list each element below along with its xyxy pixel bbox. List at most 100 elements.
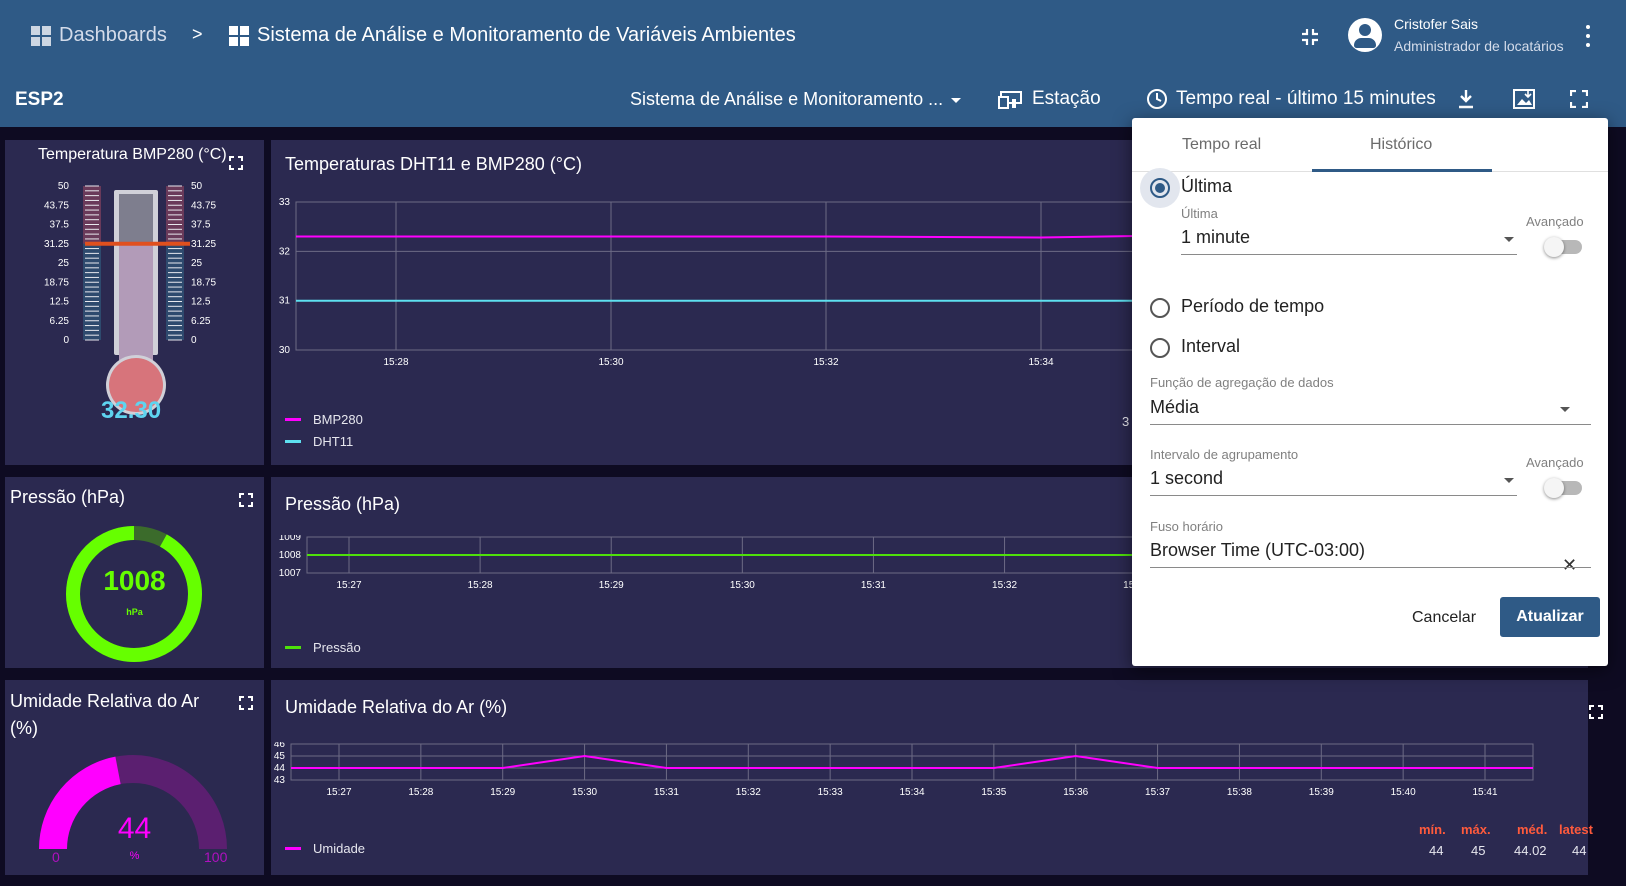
chevron-down-icon (1504, 237, 1514, 242)
data-point (747, 767, 750, 769)
scale-tick-label: 12.5 (50, 297, 70, 308)
entity-name: ESP2 (15, 89, 64, 110)
legend-item-dht11: DHT11 (285, 434, 353, 449)
x-tick-label: 15:28 (408, 787, 433, 798)
humidity-gauge-widget: Umidade Relativa do Ar (%) 44 % 0 100 (5, 680, 264, 875)
legend-swatch (285, 440, 301, 443)
data-point (741, 554, 744, 556)
advanced-toggle[interactable] (1544, 237, 1582, 257)
gauge-min-label: 0 (52, 849, 60, 865)
data-point (665, 767, 668, 769)
widget-title: Umidade Relativa do Ar (%) (10, 691, 200, 738)
y-tick-label: 1009 (279, 535, 302, 543)
radio-last[interactable] (1150, 178, 1170, 198)
thermometer-widget: Temperatura BMP280 (°C) 50 43.75 37.5 31.25… (5, 140, 264, 465)
grouping-select[interactable]: 1 second (1150, 468, 1223, 489)
user-name: Cristofer Sais (1394, 16, 1479, 32)
y-tick-label: 33 (279, 197, 291, 208)
breadcrumb-dashboards[interactable]: Dashboards (31, 24, 167, 47)
breadcrumb-separator: > (192, 24, 203, 44)
data-point (395, 299, 397, 302)
y-tick-label: 31 (279, 296, 291, 307)
scale-tick-label: 25 (191, 258, 203, 269)
thermometer-gauge: 50 43.75 37.5 31.25 25 18.75 12.5 6.25 0 50 43.75… (44, 181, 216, 415)
thermometer-scale-right: 50 43.75 37.5 31.25 25 18.75 12.5 6.25 0 (166, 181, 216, 346)
widget-title: Temperatura BMP280 (°C) (38, 146, 227, 163)
timezone-label: Fuso horário (1150, 519, 1223, 534)
thermometer-level-marker (85, 241, 190, 246)
scale-tick-label: 18.75 (44, 277, 69, 288)
chevron-down-icon (951, 97, 962, 103)
timezone-input[interactable]: Browser Time (UTC-03:00) (1150, 540, 1365, 561)
legend-label: DHT11 (313, 434, 354, 449)
data-point (501, 767, 504, 769)
legend-swatch (285, 847, 301, 850)
scale-tick-label: 18.75 (191, 277, 216, 288)
x-tick-label: 15:34 (899, 787, 924, 798)
x-tick-label: 15:34 (1028, 357, 1053, 368)
x-tick-label: 15:35 (981, 787, 1006, 798)
last-select[interactable]: 1 minute (1181, 227, 1250, 248)
download-icon[interactable] (1456, 88, 1476, 110)
timewindow-button[interactable]: Tempo real - último 15 minutes (1146, 88, 1436, 110)
breadcrumb-home-label: Dashboards (59, 24, 167, 46)
data-point (872, 554, 875, 556)
expand-icon[interactable] (239, 493, 253, 507)
scale-tick-label: 37.5 (50, 220, 70, 231)
aggregation-label: Função de agregação de dados (1150, 375, 1334, 390)
stat-value-avg: 44.02 (1514, 843, 1547, 858)
timewindow-panel: Tempo real Histórico Última Última 1 min… (1132, 118, 1608, 666)
radio-interval[interactable] (1150, 338, 1170, 358)
legend-item-bmp280: BMP280 (285, 412, 363, 427)
x-tick-label: 15:30 (572, 787, 597, 798)
cancel-button[interactable]: Cancelar (1402, 603, 1486, 633)
expand-icon[interactable] (1589, 705, 1603, 719)
tab-history[interactable]: Histórico (1370, 136, 1432, 154)
exit-fullscreen-icon[interactable] (1300, 27, 1320, 47)
radio-period[interactable] (1150, 298, 1170, 318)
pressure-unit: hPa (126, 607, 143, 617)
field-underline (1150, 567, 1591, 568)
aggregation-select[interactable]: Média (1150, 397, 1199, 418)
tab-realtime[interactable]: Tempo real (1182, 136, 1261, 154)
advanced-label: Avançado (1526, 455, 1584, 470)
x-tick-label: 15:38 (1227, 787, 1252, 798)
export-image-icon[interactable] (1512, 88, 1536, 110)
scale-tick-label: 50 (58, 181, 70, 192)
data-point (420, 767, 422, 769)
scale-tick-label: 12.5 (191, 297, 211, 308)
clear-icon[interactable]: ✕ (1562, 555, 1577, 576)
advanced-toggle[interactable] (1544, 478, 1582, 498)
more-menu-icon[interactable] (1586, 25, 1592, 47)
user-avatar[interactable] (1348, 18, 1382, 52)
scale-tick-label: 25 (58, 258, 70, 269)
entity-alias-button[interactable]: Estação (998, 88, 1101, 110)
field-underline (1181, 254, 1517, 255)
x-tick-label: 15:32 (736, 787, 761, 798)
widget-title: Pressão (hPa) (10, 487, 126, 507)
x-tick-label: 15:40 (1391, 787, 1416, 798)
y-tick-label: 44 (274, 763, 286, 774)
grouping-label: Intervalo de agrupamento (1150, 447, 1299, 462)
humidity-chart-widget: Umidade Relativa do Ar (%) 46 45 44 43 15:27… (271, 680, 1603, 875)
update-button[interactable]: Atualizar (1500, 597, 1600, 637)
scale-tick-label: 43.75 (44, 200, 69, 211)
data-point (1238, 767, 1241, 769)
fullscreen-icon[interactable] (1570, 90, 1588, 108)
stat-header-avg: méd. (1517, 822, 1548, 837)
scale-tick-label: 0 (191, 335, 197, 346)
scale-tick-label: 31.25 (44, 239, 69, 250)
stat-value-max: 45 (1471, 843, 1486, 858)
y-tick-label: 43 (274, 775, 286, 786)
x-tick-label: 15:27 (336, 580, 361, 591)
radio-last-label: Última (1181, 176, 1233, 196)
data-point (825, 235, 827, 238)
expand-icon[interactable] (229, 156, 243, 170)
chevron-down-icon (1504, 478, 1514, 483)
y-tick-label: 1008 (279, 550, 302, 561)
state-select[interactable]: Sistema de Análise e Monitoramento ... (630, 89, 962, 110)
expand-icon[interactable] (239, 696, 253, 710)
humidity-line-chart: 46454443 15:27 15:28 15:29 15:30 15:31 15:32 15… (274, 742, 1534, 798)
clock-icon (1147, 89, 1167, 109)
data-point (348, 554, 350, 556)
